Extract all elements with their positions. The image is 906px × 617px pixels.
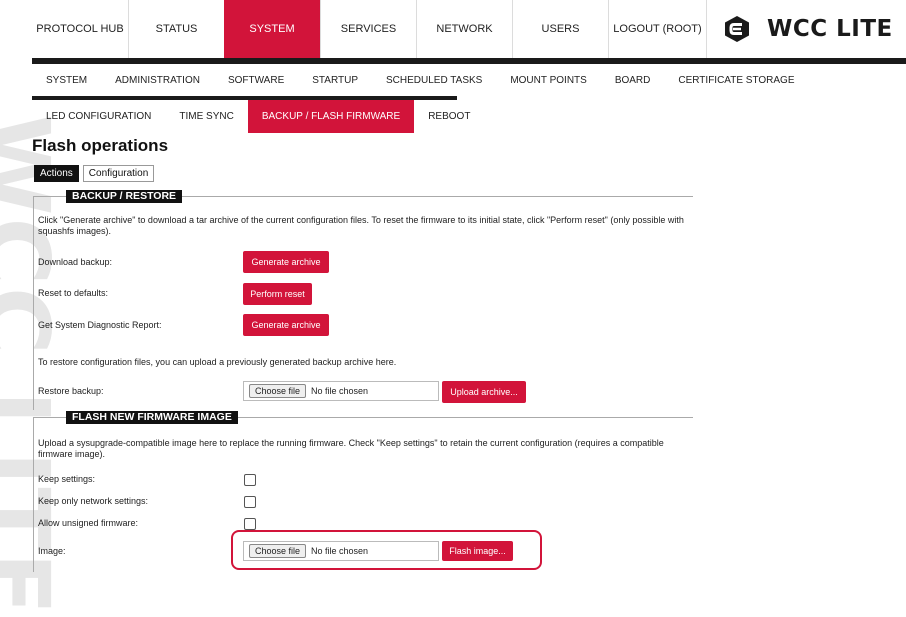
generate-diagnostic-button[interactable]: Generate archive (243, 314, 329, 336)
allow-unsigned-checkbox[interactable] (244, 518, 256, 530)
backup-restore-section: BACKUP / RESTORE Click "Generate archive… (33, 190, 693, 410)
restore-backup-label: Restore backup: (38, 386, 104, 396)
subnav-reboot[interactable]: REBOOT (414, 100, 484, 133)
subnav-secondary: LED CONFIGURATION TIME SYNC BACKUP / FLA… (32, 100, 484, 133)
restore-description: To restore configuration files, you can … (38, 357, 397, 367)
subnav-primary: SYSTEM ADMINISTRATION SOFTWARE STARTUP S… (32, 64, 809, 96)
page-tabs: Actions Configuration (34, 165, 158, 182)
upload-archive-button[interactable]: Upload archive... (442, 381, 526, 403)
subnav-backup-flash-firmware[interactable]: BACKUP / FLASH FIRMWARE (247, 100, 415, 133)
highlight-frame (231, 530, 542, 570)
tab-actions[interactable]: Actions (34, 165, 79, 182)
brand-logo-icon (725, 16, 749, 42)
backup-description: Click "Generate archive" to download a t… (38, 215, 684, 236)
keep-settings-checkbox[interactable] (244, 474, 256, 486)
tab-users[interactable]: USERS (512, 0, 608, 58)
tab-services[interactable]: SERVICES (320, 0, 416, 58)
download-backup-label: Download backup: (38, 257, 113, 267)
backup-restore-legend: BACKUP / RESTORE (66, 190, 183, 203)
tab-logout[interactable]: LOGOUT (ROOT) (608, 0, 706, 58)
subnav-board[interactable]: BOARD (601, 75, 665, 86)
brand-name: WCC LITE (767, 16, 893, 42)
tab-system[interactable]: SYSTEM (224, 0, 320, 58)
restore-file-input[interactable]: Choose file No file chosen (243, 381, 439, 401)
subnav-certificate-storage[interactable]: CERTIFICATE STORAGE (664, 75, 808, 86)
subnav-mount-points[interactable]: MOUNT POINTS (496, 75, 600, 86)
flash-description: Upload a sysupgrade-compatible image her… (38, 438, 664, 459)
subnav-time-sync[interactable]: TIME SYNC (165, 100, 247, 133)
subnav-administration[interactable]: ADMINISTRATION (101, 75, 214, 86)
top-nav: PROTOCOL HUB STATUS SYSTEM SERVICES NETW… (32, 0, 706, 58)
keep-settings-label: Keep settings: (38, 474, 96, 484)
tab-configuration[interactable]: Configuration (82, 165, 155, 182)
subnav-software[interactable]: SOFTWARE (214, 75, 298, 86)
generate-archive-button[interactable]: Generate archive (243, 251, 329, 273)
subnav-led-configuration[interactable]: LED CONFIGURATION (32, 100, 165, 133)
subnav-system[interactable]: SYSTEM (32, 75, 101, 86)
tab-network[interactable]: NETWORK (416, 0, 512, 58)
image-label: Image: (38, 546, 66, 556)
page-title: Flash operations (32, 136, 169, 155)
choose-file-button[interactable]: Choose file (249, 384, 307, 398)
reset-defaults-label: Reset to defaults: (38, 288, 109, 298)
tab-protocol-hub[interactable]: PROTOCOL HUB (32, 0, 128, 58)
diagnostic-report-label: Get System Diagnostic Report: (38, 320, 162, 330)
allow-unsigned-label: Allow unsigned firmware: (38, 518, 139, 528)
subnav-startup[interactable]: STARTUP (298, 75, 372, 86)
flash-firmware-legend: FLASH NEW FIRMWARE IMAGE (66, 411, 238, 424)
tab-status[interactable]: STATUS (128, 0, 224, 58)
no-file-text: No file chosen (311, 386, 369, 396)
keep-network-checkbox[interactable] (244, 496, 256, 508)
subnav-scheduled-tasks[interactable]: SCHEDULED TASKS (372, 75, 496, 86)
brand: WCC LITE (706, 0, 906, 58)
perform-reset-button[interactable]: Perform reset (243, 283, 312, 305)
keep-network-label: Keep only network settings: (38, 496, 149, 506)
